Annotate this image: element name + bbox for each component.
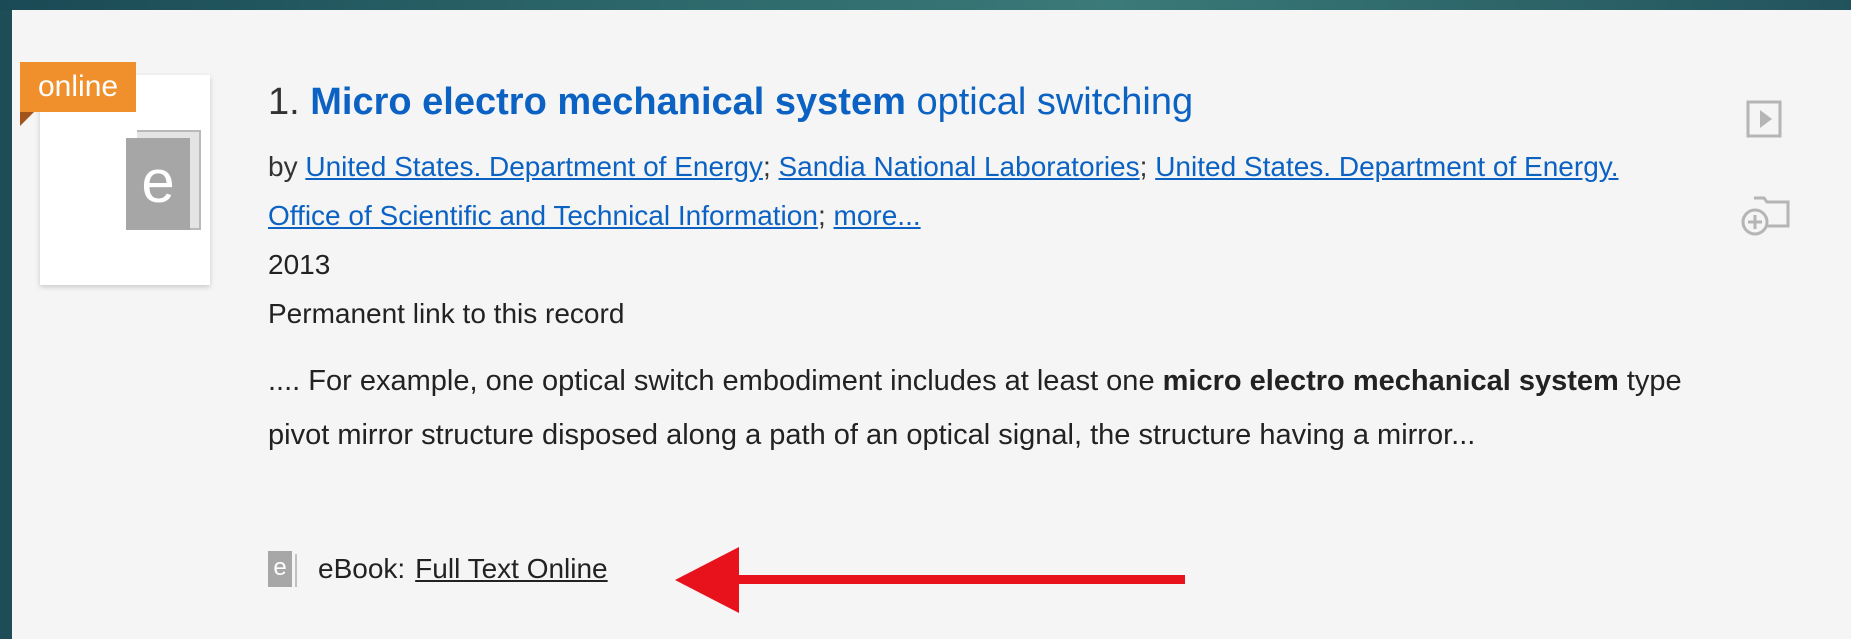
- result-title-link-bold[interactable]: Micro electro mechanical system: [310, 81, 906, 123]
- ebook-icon: e: [268, 551, 297, 587]
- author-separator: ;: [762, 151, 771, 182]
- author-link[interactable]: United States. Department of Energy: [305, 151, 763, 182]
- online-badge-fold: [20, 112, 34, 126]
- result-title: 1. Micro electro mechanical system optic…: [268, 78, 1688, 126]
- result-content: 1. Micro electro mechanical system optic…: [268, 78, 1688, 462]
- play-preview-icon[interactable]: [1746, 100, 1784, 145]
- more-authors-link[interactable]: more...: [834, 200, 921, 231]
- snippet-prefix: .... For example, one optical switch emb…: [268, 365, 1155, 397]
- author-list: by United States. Department of Energy; …: [268, 142, 1688, 240]
- add-to-folder-icon[interactable]: [1740, 192, 1796, 243]
- snippet-highlight: micro electro mechanical system: [1162, 365, 1619, 397]
- result-title-link-rest[interactable]: optical switching: [916, 81, 1193, 123]
- author-link[interactable]: Sandia National Laboratories: [779, 151, 1140, 182]
- by-label: by: [268, 151, 298, 182]
- author-separator: ;: [817, 200, 826, 231]
- full-text-online-link[interactable]: Full Text Online: [415, 553, 607, 585]
- format-label: eBook:: [318, 553, 406, 584]
- publication-year: 2013: [268, 249, 331, 280]
- annotation-arrow-head: [675, 547, 739, 613]
- permanent-link[interactable]: Permanent link to this record: [268, 289, 1688, 338]
- annotation-arrow-shaft: [735, 575, 1185, 584]
- window-top-band: [0, 0, 1851, 10]
- author-separator: ;: [1139, 151, 1148, 182]
- online-badge: online: [20, 62, 137, 112]
- result-snippet: .... For example, one optical switch emb…: [268, 354, 1688, 462]
- result-number: 1.: [268, 81, 300, 123]
- format-availability: e eBook: Full Text Online: [268, 551, 608, 587]
- ebook-icon: e: [126, 138, 190, 230]
